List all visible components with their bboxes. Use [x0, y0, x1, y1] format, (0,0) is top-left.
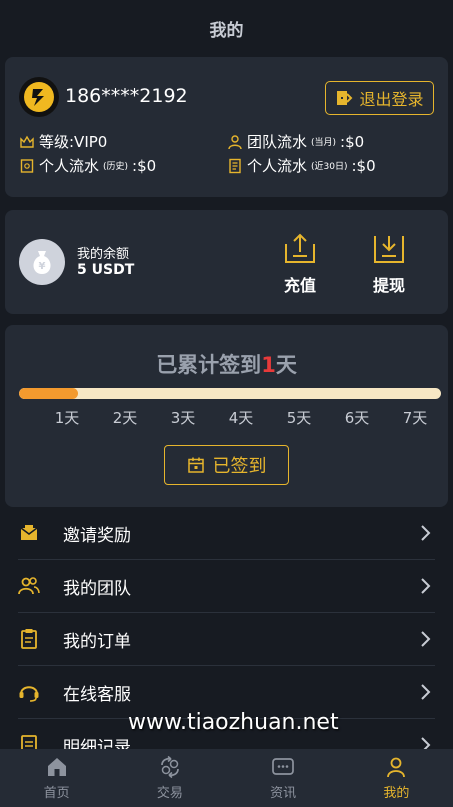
signin-card: 已累计签到1天 1天 2天 3天 4天 5天 6天 7天 已签到 [5, 325, 448, 507]
signed-button[interactable]: 已签到 [164, 445, 289, 485]
personal-flow30-note: (近30日) [311, 162, 348, 172]
tab-label: 首页 [43, 786, 70, 801]
day-label: 1天 [54, 409, 80, 427]
phone-number: 186****2192 [65, 85, 188, 107]
logout-label: 退出登录 [359, 90, 424, 109]
withdraw-label: 提现 [372, 276, 405, 295]
menu-label: 在线客服 [63, 684, 131, 705]
personal-flow30-value: :$0 [351, 156, 376, 175]
team-flow-label: 团队流水 [247, 133, 308, 151]
logout-icon [337, 91, 353, 105]
user-icon [384, 755, 408, 779]
personal-flow-label: 个人流水 [39, 157, 100, 175]
personal-flow30-row: 个人流水 (近30日) :$0 [227, 155, 376, 176]
news-icon [271, 755, 295, 779]
level-row: 等级:VIP0 [19, 131, 107, 152]
tab-home[interactable]: 首页 [0, 749, 113, 807]
menu-item-team[interactable]: 我的团队 [18, 560, 435, 613]
personal-flow-row: 个人流水 (历史) :$0 [19, 155, 156, 176]
personal-flow-value: :$0 [132, 156, 157, 175]
day-label: 2天 [112, 409, 138, 427]
brand-logo-icon [24, 82, 54, 112]
menu-label: 我的订单 [63, 631, 131, 652]
svg-text:¥: ¥ [39, 261, 46, 272]
day-label: 6天 [344, 409, 370, 427]
day-label: 3天 [170, 409, 196, 427]
day-label: 7天 [402, 409, 428, 427]
exchange-icon [158, 755, 182, 779]
signin-count: 1 [261, 353, 276, 377]
tab-mine[interactable]: 我的 [340, 749, 453, 807]
signin-progress-fill [19, 388, 79, 399]
personal-flow30-label: 个人流水 [247, 157, 308, 175]
tab-news[interactable]: 资讯 [227, 749, 340, 807]
tab-label: 资讯 [270, 786, 297, 801]
day-label: 5天 [286, 409, 312, 427]
bottom-tab-bar: 首页 交易 资讯 我的 [0, 749, 453, 807]
personal-flow-note: (历史) [103, 162, 129, 172]
crown-icon [19, 134, 35, 150]
team-flow-note: (当月) [311, 138, 337, 148]
home-icon [45, 755, 69, 779]
balance-value: 5 USDT [77, 262, 135, 278]
team-icon [18, 575, 40, 597]
team-flow-row: 团队流水 (当月) :$0 [227, 131, 364, 152]
document-icon [227, 158, 243, 174]
menu-item-invite[interactable]: 邀请奖励 [18, 507, 435, 560]
menu-label: 邀请奖励 [63, 525, 131, 546]
signin-title: 已累计签到1天 [5, 349, 448, 379]
wallet-icon [19, 158, 35, 174]
signed-label: 已签到 [212, 456, 267, 477]
money-bag-icon: ¥ [19, 239, 65, 285]
recharge-button[interactable]: 充值 [270, 230, 330, 296]
page-header: 我的 [0, 0, 453, 56]
signin-title-suffix: 天 [275, 353, 297, 377]
level-text: 等级:VIP0 [39, 133, 108, 151]
signin-title-prefix: 已累计签到 [156, 353, 262, 377]
page-title: 我的 [209, 20, 244, 41]
chevron-right-icon [421, 525, 431, 541]
person-icon [227, 134, 243, 150]
headset-icon [18, 681, 40, 703]
recharge-label: 充值 [283, 276, 316, 295]
chevron-right-icon [421, 631, 431, 647]
logout-button[interactable]: 退出登录 [325, 81, 434, 115]
team-flow-value: :$0 [340, 132, 365, 151]
balance-card: ¥ 我的余额 5 USDT 充值 提现 [5, 210, 448, 314]
menu-item-orders[interactable]: 我的订单 [18, 613, 435, 666]
signin-progress-track [19, 388, 441, 399]
menu-label: 我的团队 [63, 578, 131, 599]
download-icon [374, 236, 404, 263]
watermark: www.tiaozhuan.net [128, 710, 339, 735]
order-icon [18, 628, 40, 650]
balance-label: 我的余额 [77, 247, 130, 262]
signin-days: 1天 2天 3天 4天 5天 6天 7天 [5, 407, 448, 427]
gift-envelope-icon [18, 522, 40, 544]
calendar-icon [187, 457, 204, 473]
upload-icon [285, 233, 315, 263]
tab-label: 我的 [383, 786, 410, 801]
withdraw-button[interactable]: 提现 [359, 230, 419, 296]
chevron-right-icon [421, 684, 431, 700]
day-label: 4天 [228, 409, 254, 427]
account-card: 186****2192 退出登录 等级:VIP0 团队流水 (当月) :$0 个… [5, 57, 448, 197]
tab-label: 交易 [156, 786, 183, 801]
avatar [19, 77, 59, 117]
tab-trade[interactable]: 交易 [113, 749, 226, 807]
chevron-right-icon [421, 578, 431, 594]
